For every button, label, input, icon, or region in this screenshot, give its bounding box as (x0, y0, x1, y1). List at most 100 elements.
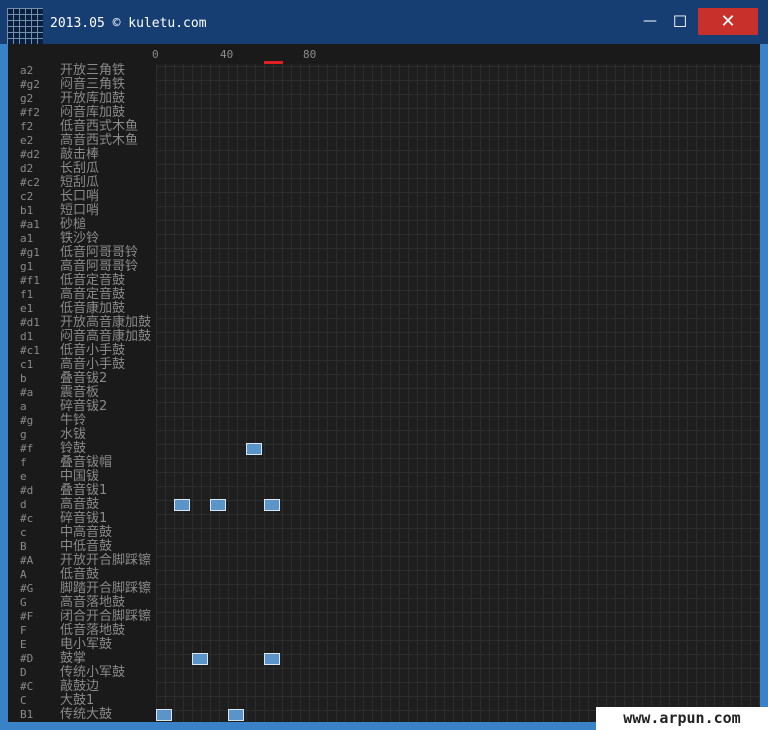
instrument-row[interactable]: #c1 低音小手鼓 (8, 344, 158, 358)
note-name: f (20, 456, 27, 469)
instrument-row[interactable]: #g 牛铃 (8, 414, 158, 428)
note-name: #D (20, 652, 34, 665)
beat-cell[interactable] (264, 653, 280, 665)
instrument-name: 高音定音鼓 (60, 287, 126, 302)
instrument-name: 高音小手鼓 (60, 357, 126, 372)
instrument-name: 闷音三角铁 (60, 77, 126, 92)
instrument-name: 中低音鼓 (60, 539, 113, 554)
instrument-row[interactable]: A 低音鼓 (8, 568, 158, 582)
note-name: #f (20, 442, 34, 455)
instrument-row[interactable]: #f 铃鼓 (8, 442, 158, 456)
minimize-button[interactable]: — (630, 8, 670, 35)
note-name: #d2 (20, 148, 40, 161)
instrument-name: 碎音钹1 (60, 511, 108, 526)
instrument-name: 开放高音康加鼓 (60, 315, 152, 330)
note-name: g2 (20, 92, 34, 105)
instrument-row[interactable]: #G 脚踏开合脚踩镲 (8, 582, 158, 596)
instrument-row[interactable]: #D 鼓掌 (8, 652, 158, 666)
instrument-row[interactable]: D 传统小军鼓 (8, 666, 158, 680)
note-name: b (20, 372, 27, 385)
beat-cell[interactable] (210, 499, 226, 511)
window-title: 2013.05 © kuletu.com (50, 16, 207, 31)
instrument-row[interactable]: #f2 闷音库加鼓 (8, 106, 158, 120)
note-name: a1 (20, 232, 34, 245)
note-name: a (20, 400, 27, 413)
instrument-name: 闷音高音康加鼓 (60, 329, 152, 344)
instrument-row[interactable]: g2 开放库加鼓 (8, 92, 158, 106)
instrument-row[interactable]: b 叠音钹2 (8, 372, 158, 386)
beat-cell[interactable] (228, 709, 244, 721)
instrument-row[interactable]: F 低音落地鼓 (8, 624, 158, 638)
instrument-row[interactable]: d2 长刮瓜 (8, 162, 158, 176)
instrument-name: 传统大鼓 (60, 707, 113, 722)
instrument-row[interactable]: #F 闭合开合脚踩镲 (8, 610, 158, 624)
note-name: #g1 (20, 246, 40, 259)
instrument-row[interactable]: #c2 短刮瓜 (8, 176, 158, 190)
instrument-row[interactable]: a2 开放三角铁 (8, 64, 158, 78)
instrument-name: 高音落地鼓 (60, 595, 126, 610)
instrument-row[interactable]: #f1 低音定音鼓 (8, 274, 158, 288)
instrument-name: 开放库加鼓 (60, 91, 126, 106)
beat-cell[interactable] (246, 443, 262, 455)
instrument-row[interactable]: #g1 低音阿哥哥铃 (8, 246, 158, 260)
instrument-row[interactable]: e 中国钹 (8, 470, 158, 484)
instrument-row[interactable]: B1 传统大鼓 (8, 708, 158, 722)
instrument-row[interactable]: E 电小军鼓 (8, 638, 158, 652)
instrument-row[interactable]: #a1 砂槌 (8, 218, 158, 232)
note-name: c1 (20, 358, 34, 371)
instrument-row[interactable]: d 高音鼓 (8, 498, 158, 512)
instrument-row[interactable]: c1 高音小手鼓 (8, 358, 158, 372)
instrument-row[interactable]: a 碎音钹2 (8, 400, 158, 414)
instrument-row[interactable]: f2 低音西式木鱼 (8, 120, 158, 134)
instrument-row[interactable]: a1 铁沙铃 (8, 232, 158, 246)
watermark: www.arpun.com (596, 707, 768, 730)
instrument-row[interactable]: g1 高音阿哥哥铃 (8, 260, 158, 274)
note-name: #c1 (20, 344, 40, 357)
instrument-row[interactable]: #a 震音板 (8, 386, 158, 400)
note-name: #g (20, 414, 34, 427)
instrument-name: 叠音钹1 (60, 483, 108, 498)
instrument-name: 敲击棒 (60, 147, 100, 162)
close-button[interactable]: ✕ (698, 8, 758, 35)
instrument-row[interactable]: #d 叠音钹1 (8, 484, 158, 498)
instrument-row[interactable]: b1 短口哨 (8, 204, 158, 218)
beat-cell[interactable] (174, 499, 190, 511)
instrument-row[interactable]: #A 开放开合脚踩镲 (8, 554, 158, 568)
maximize-button[interactable]: ☐ (666, 8, 694, 35)
instrument-name: 碎音钹2 (60, 399, 108, 414)
note-name: e1 (20, 302, 34, 315)
instrument-name: 开放三角铁 (60, 63, 126, 78)
instrument-name: 鼓掌 (60, 651, 87, 666)
beat-cell[interactable] (156, 709, 172, 721)
instrument-name: 电小军鼓 (60, 637, 113, 652)
instrument-row[interactable]: #c 碎音钹1 (8, 512, 158, 526)
instrument-row[interactable]: C 大鼓1 (8, 694, 158, 708)
instrument-row[interactable]: B 中低音鼓 (8, 540, 158, 554)
instrument-row[interactable]: d1 闷音高音康加鼓 (8, 330, 158, 344)
instrument-row[interactable]: g 水钹 (8, 428, 158, 442)
instrument-row[interactable]: c2 长口哨 (8, 190, 158, 204)
instrument-row[interactable]: #d1 开放高音康加鼓 (8, 316, 158, 330)
instrument-row[interactable]: G 高音落地鼓 (8, 596, 158, 610)
instrument-name: 叠音钹2 (60, 371, 108, 386)
beat-cell[interactable] (192, 653, 208, 665)
instrument-name: 砂槌 (60, 217, 87, 232)
instrument-row[interactable]: #g2 闷音三角铁 (8, 78, 158, 92)
note-name: G (20, 596, 27, 609)
note-name: #d (20, 484, 34, 497)
note-name: b1 (20, 204, 34, 217)
note-name: f1 (20, 288, 34, 301)
instrument-row[interactable]: f1 高音定音鼓 (8, 288, 158, 302)
beat-grid[interactable] (156, 64, 760, 722)
instrument-row[interactable]: #d2 敲击棒 (8, 148, 158, 162)
note-name: d1 (20, 330, 34, 343)
title-bar[interactable]: 2013.05 © kuletu.com — ☐ ✕ (0, 0, 768, 44)
instrument-name: 低音鼓 (60, 567, 100, 582)
instrument-row[interactable]: e1 低音康加鼓 (8, 302, 158, 316)
instrument-name: 长口哨 (60, 189, 100, 204)
beat-cell[interactable] (264, 499, 280, 511)
instrument-row[interactable]: f 叠音钹帽 (8, 456, 158, 470)
instrument-row[interactable]: c 中高音鼓 (8, 526, 158, 540)
instrument-row[interactable]: e2 高音西式木鱼 (8, 134, 158, 148)
instrument-row[interactable]: #C 敲鼓边 (8, 680, 158, 694)
